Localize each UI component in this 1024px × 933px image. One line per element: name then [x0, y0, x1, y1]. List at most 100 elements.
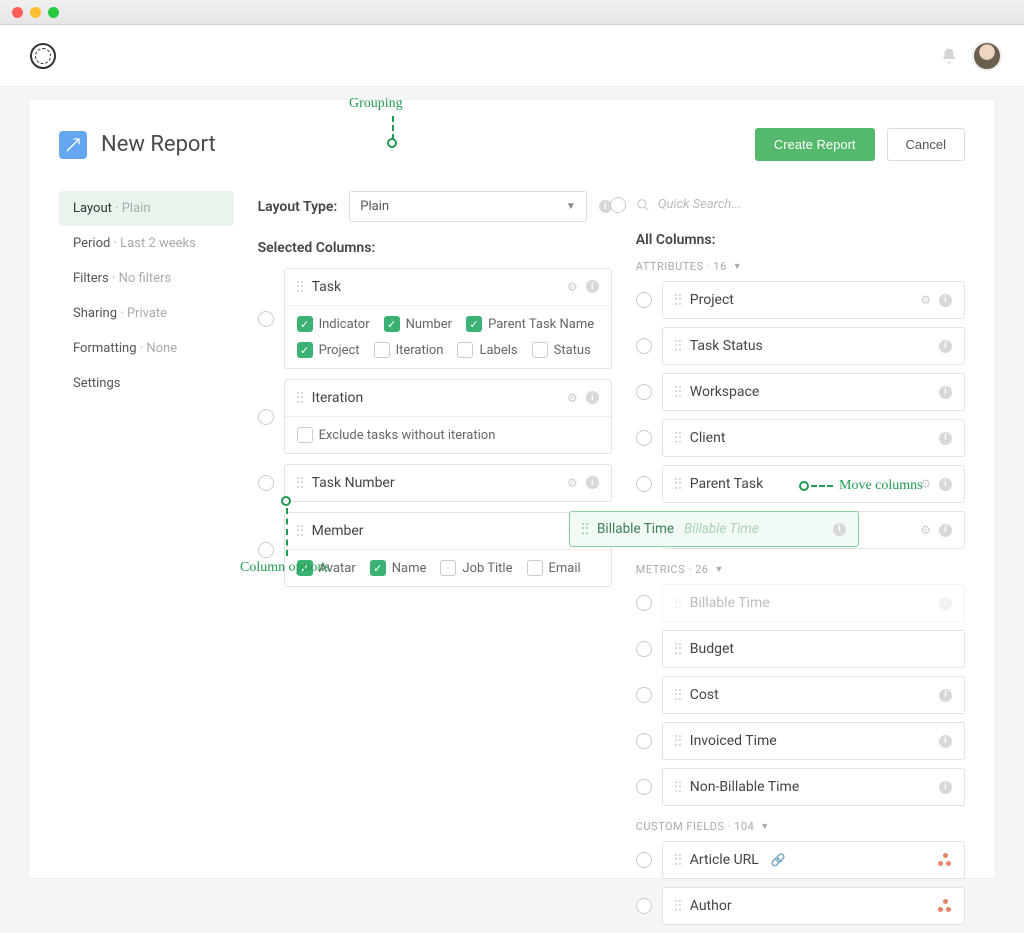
- window-close-icon[interactable]: [12, 7, 23, 18]
- option-name[interactable]: Name: [370, 560, 427, 576]
- column-article url[interactable]: Article URL🔗: [662, 841, 965, 879]
- window-zoom-icon[interactable]: [48, 7, 59, 18]
- checkbox-icon[interactable]: [384, 316, 400, 332]
- column-invoiced time[interactable]: Invoiced Timei: [662, 722, 965, 760]
- app-logo-icon[interactable]: [30, 43, 56, 69]
- checkbox-icon[interactable]: [532, 342, 548, 358]
- checkbox-icon[interactable]: [297, 560, 313, 576]
- column-project[interactable]: Projecti: [662, 281, 965, 319]
- column-parent task[interactable]: Parent Taski: [662, 465, 965, 503]
- option-exclude tasks without iteration[interactable]: Exclude tasks without iteration: [297, 427, 496, 443]
- column-non-billable time[interactable]: Non-Billable Timei: [662, 768, 965, 806]
- drag-handle-icon[interactable]: [297, 477, 304, 489]
- info-icon[interactable]: i: [939, 689, 952, 702]
- column-radio[interactable]: [636, 687, 652, 703]
- drag-ghost-billable-time[interactable]: Billable Time Billable Time i: [569, 511, 859, 547]
- drag-handle-icon[interactable]: [675, 900, 682, 912]
- category-attributes[interactable]: ATTRIBUTES · 16 ▼: [636, 260, 965, 273]
- user-avatar[interactable]: [972, 41, 1002, 71]
- option-labels[interactable]: Labels: [457, 342, 517, 358]
- radio-selector[interactable]: [610, 197, 626, 213]
- drag-handle-icon[interactable]: [675, 597, 682, 609]
- drag-handle-icon[interactable]: [675, 294, 682, 306]
- info-icon[interactable]: i: [939, 340, 952, 353]
- column-radio[interactable]: [636, 384, 652, 400]
- column-client[interactable]: Clienti: [662, 419, 965, 457]
- category-custom[interactable]: CUSTOM FIELDS · 104 ▼: [636, 820, 965, 833]
- drag-handle-icon[interactable]: [297, 281, 304, 293]
- drag-handle-icon[interactable]: [675, 735, 682, 747]
- info-icon[interactable]: i: [939, 781, 952, 794]
- column-cost[interactable]: Costi: [662, 676, 965, 714]
- gear-icon[interactable]: [920, 477, 931, 491]
- column-radio[interactable]: [636, 779, 652, 795]
- checkbox-icon[interactable]: [370, 560, 386, 576]
- gear-icon[interactable]: [567, 280, 578, 294]
- info-icon[interactable]: i: [586, 476, 599, 489]
- column-radio[interactable]: [636, 641, 652, 657]
- option-avatar[interactable]: Avatar: [297, 560, 356, 576]
- checkbox-icon[interactable]: [374, 342, 390, 358]
- sidebar-item-settings[interactable]: Settings: [59, 366, 234, 401]
- info-icon[interactable]: i: [939, 386, 952, 399]
- checkbox-icon[interactable]: [457, 342, 473, 358]
- checkbox-icon[interactable]: [297, 316, 313, 332]
- info-icon[interactable]: i: [586, 280, 599, 293]
- option-indicator[interactable]: Indicator: [297, 316, 370, 332]
- group-radio[interactable]: [258, 475, 274, 491]
- category-metrics[interactable]: METRICS · 26 ▼: [636, 563, 965, 576]
- drag-handle-icon[interactable]: [582, 523, 589, 535]
- info-icon[interactable]: i: [939, 432, 952, 445]
- column-radio[interactable]: [636, 338, 652, 354]
- checkbox-icon[interactable]: [527, 560, 543, 576]
- option-email[interactable]: Email: [527, 560, 581, 576]
- drag-handle-icon[interactable]: [675, 689, 682, 701]
- column-radio[interactable]: [636, 595, 652, 611]
- column-radio[interactable]: [636, 430, 652, 446]
- create-report-button[interactable]: Create Report: [755, 128, 875, 161]
- quick-search-input[interactable]: Quick Search...: [634, 191, 965, 218]
- group-radio[interactable]: [258, 409, 274, 425]
- notifications-icon[interactable]: [940, 47, 958, 65]
- sidebar-item-sharing[interactable]: Sharing · Private: [59, 296, 234, 331]
- drag-handle-icon[interactable]: [297, 392, 304, 404]
- drag-handle-icon[interactable]: [675, 854, 682, 866]
- info-icon[interactable]: i: [939, 294, 952, 307]
- gear-icon[interactable]: [567, 476, 578, 490]
- drag-handle-icon[interactable]: [675, 478, 682, 490]
- drag-handle-icon[interactable]: [297, 525, 304, 537]
- info-icon[interactable]: i: [586, 391, 599, 404]
- cancel-button[interactable]: Cancel: [887, 128, 965, 161]
- column-billable time[interactable]: Billable Timei: [662, 584, 965, 622]
- gear-icon[interactable]: [920, 523, 931, 537]
- option-job title[interactable]: Job Title: [440, 560, 512, 576]
- option-parent task name[interactable]: Parent Task Name: [466, 316, 594, 332]
- column-task status[interactable]: Task Statusi: [662, 327, 965, 365]
- column-radio[interactable]: [636, 292, 652, 308]
- column-radio[interactable]: [636, 733, 652, 749]
- info-icon[interactable]: i: [939, 597, 952, 610]
- option-status[interactable]: Status: [532, 342, 591, 358]
- sidebar-item-layout[interactable]: Layout · Plain: [59, 191, 234, 226]
- checkbox-icon[interactable]: [466, 316, 482, 332]
- checkbox-icon[interactable]: [297, 427, 313, 443]
- option-number[interactable]: Number: [384, 316, 452, 332]
- drag-handle-icon[interactable]: [675, 643, 682, 655]
- column-author[interactable]: Author: [662, 887, 965, 925]
- gear-icon[interactable]: [920, 293, 931, 307]
- drag-handle-icon[interactable]: [675, 781, 682, 793]
- option-project[interactable]: Project: [297, 342, 360, 358]
- column-budget[interactable]: Budget: [662, 630, 965, 668]
- checkbox-icon[interactable]: [297, 342, 313, 358]
- sidebar-item-filters[interactable]: Filters · No filters: [59, 261, 234, 296]
- drag-handle-icon[interactable]: [675, 340, 682, 352]
- info-icon[interactable]: i: [939, 478, 952, 491]
- column-radio[interactable]: [636, 476, 652, 492]
- column-radio[interactable]: [636, 898, 652, 914]
- info-icon[interactable]: i: [939, 524, 952, 537]
- group-radio[interactable]: [258, 311, 274, 327]
- column-radio[interactable]: [636, 852, 652, 868]
- drag-handle-icon[interactable]: [675, 386, 682, 398]
- group-radio[interactable]: [258, 542, 274, 558]
- sidebar-item-period[interactable]: Period · Last 2 weeks: [59, 226, 234, 261]
